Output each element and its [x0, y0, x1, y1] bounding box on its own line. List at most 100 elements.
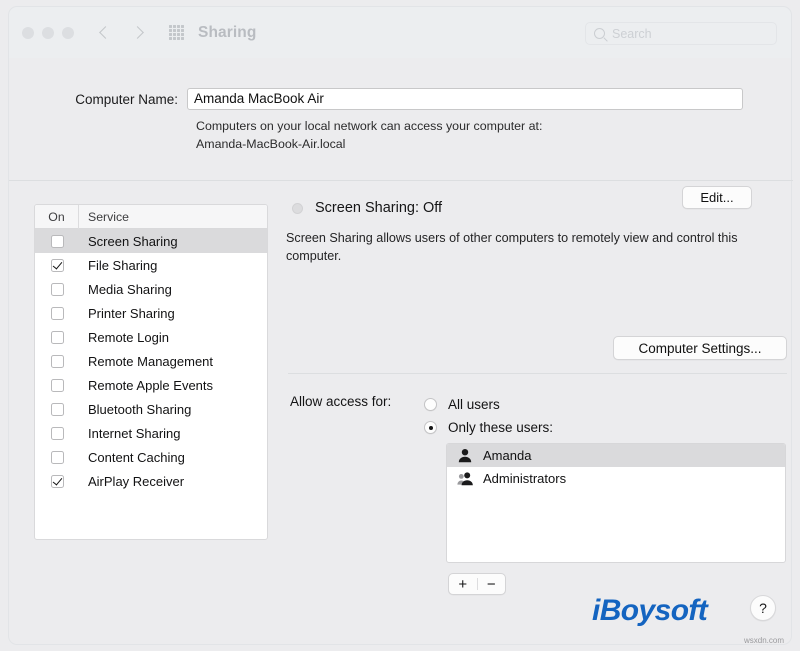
service-row[interactable]: File Sharing [35, 253, 267, 277]
service-checkbox-cell [35, 427, 79, 440]
service-name-label: Content Caching [79, 450, 185, 465]
grid-view-icon[interactable] [169, 25, 184, 40]
close-button[interactable] [22, 27, 34, 39]
service-row[interactable]: Bluetooth Sharing [35, 397, 267, 421]
services-table-header: On Service [35, 205, 267, 229]
service-name-label: Remote Login [79, 330, 169, 345]
iboysoft-logo: iBoysoft [592, 594, 707, 628]
allowed-users-list[interactable]: Amanda Administrators [446, 443, 786, 563]
service-row[interactable]: Media Sharing [35, 277, 267, 301]
computer-name-input[interactable]: Amanda MacBook Air [187, 88, 743, 110]
service-name-label: AirPlay Receiver [79, 474, 184, 489]
service-checkbox[interactable] [51, 235, 64, 248]
service-row[interactable]: Content Caching [35, 445, 267, 469]
remove-user-button[interactable]: − [478, 574, 506, 594]
radio-all-users-control[interactable] [424, 398, 437, 411]
service-checkbox-cell [35, 331, 79, 344]
detail-divider [288, 373, 787, 374]
service-description: Screen Sharing allows users of other com… [286, 230, 780, 265]
service-checkbox-cell [35, 355, 79, 368]
status-off-dot [292, 203, 303, 214]
watermark: wsxdn.com [744, 636, 784, 645]
radio-all-users[interactable]: All users [424, 393, 553, 416]
navigation-buttons [98, 23, 145, 43]
search-icon [594, 28, 605, 39]
services-table-body: Screen Sharing File Sharing Media Sharing P… [35, 229, 267, 493]
page-title: Sharing [198, 24, 256, 42]
service-row[interactable]: Remote Apple Events [35, 373, 267, 397]
window-content: Computer Name: Amanda MacBook Air Comput… [8, 58, 792, 645]
service-checkbox-cell [35, 475, 79, 488]
service-row[interactable]: Printer Sharing [35, 301, 267, 325]
chevron-left-icon[interactable] [98, 23, 112, 43]
service-name-label: Remote Management [79, 354, 213, 369]
search-field[interactable]: Search [585, 22, 777, 45]
service-checkbox[interactable] [51, 475, 64, 488]
zoom-button[interactable] [62, 27, 74, 39]
allowed-users-body: Amanda Administrators [447, 444, 785, 490]
service-name-label: File Sharing [79, 258, 157, 273]
service-checkbox-cell [35, 451, 79, 464]
service-checkbox[interactable] [51, 379, 64, 392]
service-checkbox[interactable] [51, 331, 64, 344]
computer-name-row: Computer Name: Amanda MacBook Air [9, 88, 793, 110]
traffic-light-group [22, 27, 74, 39]
service-name-label: Internet Sharing [79, 426, 181, 441]
computer-name-help-line1: Computers on your local network can acce… [196, 118, 666, 136]
service-status-row: Screen Sharing: Off [286, 198, 786, 218]
service-checkbox-cell [35, 307, 79, 320]
service-row[interactable]: Remote Login [35, 325, 267, 349]
service-row[interactable]: Internet Sharing [35, 421, 267, 445]
computer-name-help-line2: Amanda-MacBook-Air.local [196, 136, 666, 154]
access-radio-group: All users Only these users: [424, 393, 553, 439]
service-checkbox-cell [35, 283, 79, 296]
column-header-service: Service [79, 210, 129, 224]
service-status-title: Screen Sharing: Off [315, 200, 442, 216]
computer-settings-button[interactable]: Computer Settings... [613, 336, 787, 360]
service-name-label: Bluetooth Sharing [79, 402, 191, 417]
service-checkbox-cell [35, 379, 79, 392]
services-table: On Service Screen Sharing File Sharing Med… [34, 204, 268, 540]
radio-only-these-users-label: Only these users: [448, 420, 553, 435]
service-row[interactable]: Screen Sharing [35, 229, 267, 253]
user-list-item[interactable]: Amanda [447, 444, 785, 467]
service-checkbox[interactable] [51, 259, 64, 272]
service-checkbox-cell [35, 235, 79, 248]
user-name-label: Amanda [483, 448, 531, 463]
computer-name-label: Computer Name: [9, 92, 187, 107]
chevron-right-icon[interactable] [131, 23, 145, 43]
service-name-label: Printer Sharing [79, 306, 175, 321]
service-checkbox-cell [35, 259, 79, 272]
single-user-icon [457, 448, 473, 463]
service-row[interactable]: Remote Management [35, 349, 267, 373]
service-name-label: Media Sharing [79, 282, 172, 297]
service-checkbox[interactable] [51, 307, 64, 320]
help-button[interactable]: ? [750, 595, 776, 621]
group-users-icon [457, 471, 473, 486]
service-checkbox[interactable] [51, 427, 64, 440]
user-name-label: Administrators [483, 471, 566, 486]
service-checkbox[interactable] [51, 403, 64, 416]
sharing-preferences-window: Sharing Search Computer Name: Amanda Mac… [0, 0, 800, 651]
service-checkbox-cell [35, 403, 79, 416]
service-name-label: Remote Apple Events [79, 378, 213, 393]
add-remove-user-group: + − [448, 573, 506, 595]
service-row[interactable]: AirPlay Receiver [35, 469, 267, 493]
radio-all-users-label: All users [448, 397, 500, 412]
minimize-button[interactable] [42, 27, 54, 39]
search-placeholder: Search [612, 27, 652, 41]
allow-access-label: Allow access for: [290, 394, 391, 409]
section-divider [9, 180, 793, 181]
radio-only-these-users[interactable]: Only these users: [424, 416, 553, 439]
service-checkbox[interactable] [51, 451, 64, 464]
service-name-label: Screen Sharing [79, 234, 178, 249]
window-titlebar: Sharing Search [8, 6, 792, 58]
computer-name-help: Computers on your local network can acce… [196, 118, 666, 153]
service-checkbox[interactable] [51, 355, 64, 368]
column-header-on: On [35, 205, 79, 229]
service-checkbox[interactable] [51, 283, 64, 296]
radio-only-these-users-control[interactable] [424, 421, 437, 434]
add-user-button[interactable]: + [449, 574, 477, 594]
user-list-item[interactable]: Administrators [447, 467, 785, 490]
service-detail-pane: Screen Sharing: Off Screen Sharing allow… [286, 198, 786, 265]
